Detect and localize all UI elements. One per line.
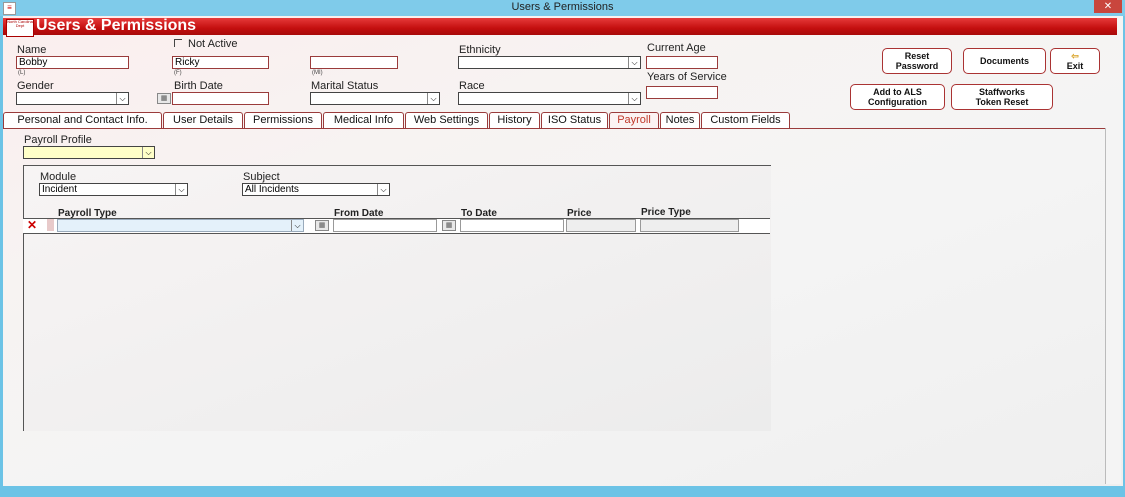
payroll-type-select[interactable]: ⌵ — [57, 219, 304, 232]
vertical-scrollbar[interactable] — [1105, 128, 1121, 484]
payroll-profile-label: Payroll Profile — [24, 134, 92, 146]
gender-label: Gender — [17, 80, 54, 92]
chevron-down-icon: ⌵ — [142, 147, 154, 158]
chevron-down-icon: ⌵ — [377, 184, 389, 195]
payroll-grid — [23, 165, 771, 431]
tab-user-details[interactable]: User Details — [163, 112, 243, 128]
gender-select[interactable]: ⌵ — [16, 92, 129, 105]
page-title: Users & Permissions — [36, 17, 197, 34]
tab-web-settings[interactable]: Web Settings — [405, 112, 488, 128]
from-date-field[interactable] — [333, 219, 437, 232]
reset-password-button[interactable]: Reset Password — [882, 48, 952, 74]
documents-button[interactable]: Documents — [963, 48, 1046, 74]
header-banner: North Carolina Dept Users & Permissions — [3, 17, 1117, 37]
payroll-profile-select[interactable]: ⌵ — [23, 146, 155, 159]
ethnicity-label: Ethnicity — [459, 44, 501, 56]
row-selector[interactable] — [47, 219, 54, 231]
years-of-service-field[interactable] — [646, 86, 718, 99]
exit-label: Exit — [1066, 61, 1084, 71]
tab-permissions[interactable]: Permissions — [244, 112, 322, 128]
current-age-label: Current Age — [647, 42, 706, 54]
not-active-label: Not Active — [188, 38, 238, 50]
middle-name-field[interactable] — [310, 56, 398, 69]
name-label: Name — [17, 44, 47, 56]
last-name-field[interactable]: Bobby — [16, 56, 129, 69]
add-to-als-button[interactable]: Add to ALS Configuration — [850, 84, 945, 110]
reset-password-label: Reset Password — [895, 51, 939, 71]
last-name-sub: (L) — [18, 70, 26, 76]
calendar-icon[interactable]: ▦ — [315, 220, 329, 231]
exit-button[interactable]: ⇦ Exit — [1050, 48, 1100, 74]
middle-name-sub: (MI) — [312, 70, 323, 76]
subject-select[interactable]: All Incidents ⌵ — [242, 183, 390, 196]
module-select[interactable]: Incident ⌵ — [39, 183, 188, 196]
tab-medical-info[interactable]: Medical Info — [323, 112, 404, 128]
add-to-als-label: Add to ALS Configuration — [868, 87, 927, 107]
price-type-field[interactable] — [640, 219, 739, 232]
chevron-down-icon: ⌵ — [628, 57, 640, 68]
calendar-icon[interactable]: ▦ — [442, 220, 456, 231]
tab-iso-status[interactable]: ISO Status — [541, 112, 608, 128]
not-active-checkbox[interactable] — [174, 39, 182, 47]
chevron-down-icon: ⌵ — [427, 93, 439, 104]
module-label: Module — [40, 171, 77, 183]
title-bar: ≡ Users & Permissions ✕ — [0, 0, 1125, 16]
logo-icon: North Carolina Dept — [6, 19, 34, 37]
price-field[interactable] — [566, 219, 636, 232]
delete-row-icon[interactable]: ✕ — [27, 219, 37, 231]
chevron-down-icon: ⌵ — [116, 93, 128, 104]
ethnicity-select[interactable]: ⌵ — [458, 56, 641, 69]
chevron-down-icon: ⌵ — [628, 93, 640, 104]
first-name-sub: (F) — [174, 70, 182, 76]
tab-payroll[interactable]: Payroll — [609, 112, 659, 128]
staffworks-label: Staffworks Token Reset — [975, 87, 1029, 107]
race-select[interactable]: ⌵ — [458, 92, 641, 105]
birth-date-field[interactable] — [172, 92, 269, 105]
window: ≡ Users & Permissions ✕ North Carolina D… — [0, 0, 1125, 497]
exit-icon: ⇦ — [1071, 51, 1079, 61]
chevron-down-icon: ⌵ — [175, 184, 187, 195]
tab-custom-fields[interactable]: Custom Fields — [701, 112, 790, 128]
birth-date-label: Birth Date — [174, 80, 223, 92]
col-price-type: Price Type — [641, 207, 691, 218]
marital-status-select[interactable]: ⌵ — [310, 92, 440, 105]
years-of-service-label: Years of Service — [647, 71, 727, 83]
staffworks-token-reset-button[interactable]: Staffworks Token Reset — [951, 84, 1053, 110]
first-name-field[interactable]: Ricky — [172, 56, 269, 69]
tab-notes[interactable]: Notes — [660, 112, 700, 128]
tab-personal-contact[interactable]: Personal and Contact Info. — [3, 112, 162, 128]
race-label: Race — [459, 80, 485, 92]
subject-label: Subject — [243, 171, 280, 183]
calendar-icon[interactable]: ▦ — [157, 93, 171, 104]
tab-history[interactable]: History — [489, 112, 540, 128]
chevron-down-icon: ⌵ — [291, 220, 303, 231]
not-active-checkbox-wrap[interactable]: Not Active — [174, 38, 238, 50]
marital-status-label: Marital Status — [311, 80, 379, 92]
current-age-field[interactable] — [646, 56, 718, 69]
to-date-field[interactable] — [460, 219, 564, 232]
close-button[interactable]: ✕ — [1094, 0, 1122, 13]
window-title: Users & Permissions — [511, 1, 614, 13]
window-bottom-border — [0, 486, 1125, 497]
